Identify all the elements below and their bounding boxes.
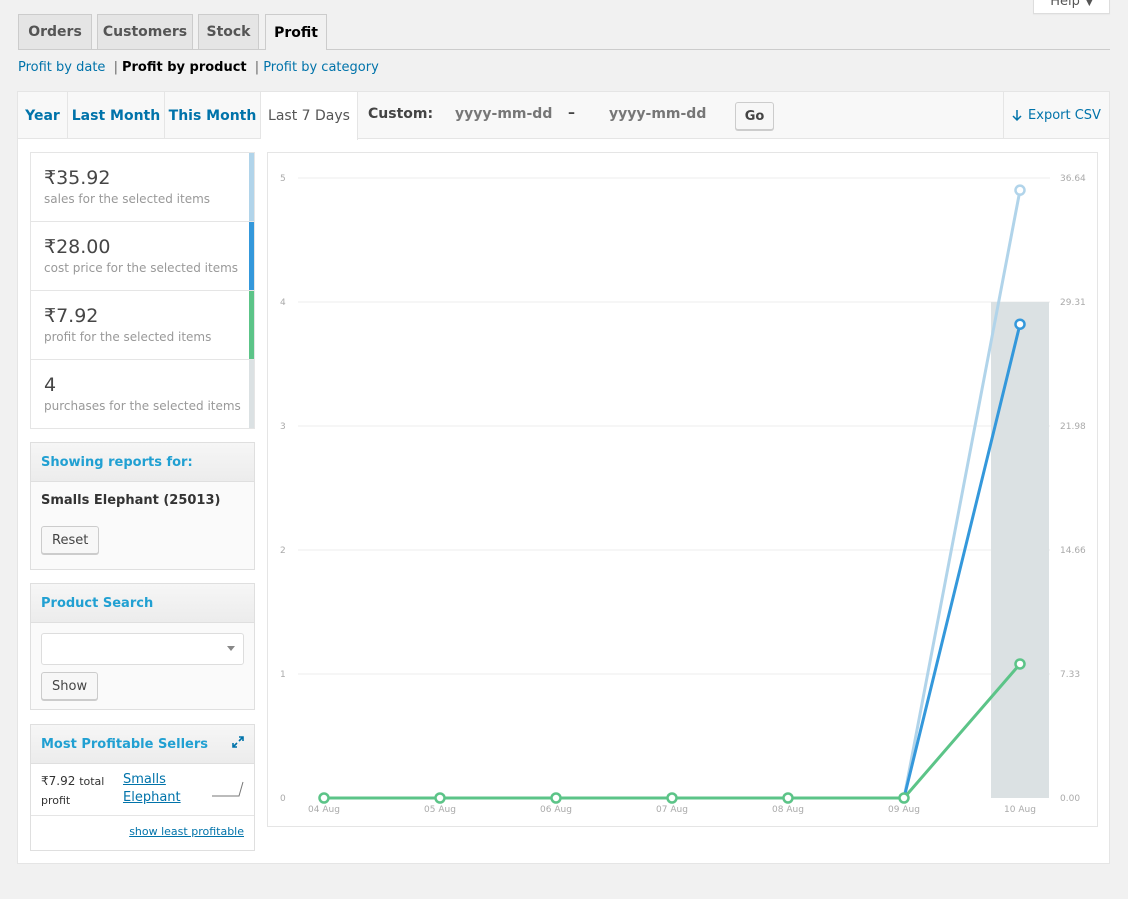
widget-header: Most Profitable Sellers (31, 725, 254, 764)
legend-purchases[interactable]: 4 purchases for the selected items (31, 360, 254, 429)
legend-color-bar (249, 222, 254, 290)
left-axis-tick: 0 (280, 794, 286, 804)
legend-cost-price[interactable]: ₹28.00 cost price for the selected items (31, 222, 254, 291)
show-button[interactable]: Show (41, 672, 99, 700)
legend-color-bar (249, 360, 254, 428)
tab-profit[interactable]: Profit (265, 14, 327, 50)
range-last-month[interactable]: Last Month (68, 92, 165, 139)
legend-sales[interactable]: ₹35.92 sales for the selected items (31, 153, 254, 222)
widget-title: Product Search (31, 584, 254, 623)
data-point (782, 792, 794, 804)
seller-amount: ₹7.92 (41, 774, 76, 788)
date-range-bar: Year Last Month This Month Last 7 Days C… (18, 92, 1109, 140)
showing-reports-widget: Showing reports for: Smalls Elephant (25… (30, 442, 255, 570)
widget-title: Most Profitable Sellers (41, 737, 209, 752)
right-axis-tick: 21.98 (1060, 422, 1086, 432)
help-button[interactable]: Help ▼ (1033, 0, 1110, 14)
legend-color-bar (249, 153, 254, 221)
product-select[interactable] (41, 633, 244, 665)
profit-chart: 0 1 2 3 4 5 0.00 7.33 14.66 21.98 29.31 36.64 04 Aug… (267, 152, 1098, 827)
right-axis-tick: 14.66 (1060, 546, 1086, 556)
seller-profit-word: profit (41, 794, 71, 807)
sparkline (212, 781, 244, 797)
tab-stock[interactable]: Stock (198, 14, 259, 49)
data-point (666, 792, 678, 804)
export-csv-link[interactable]: Export CSV (1003, 92, 1109, 139)
go-button[interactable]: Go (735, 102, 774, 130)
seller-product-link[interactable]: Smalls Elephant (123, 771, 181, 807)
seller-row: ₹7.92 total profit Smalls Elephant (31, 764, 254, 816)
x-axis-tick: 10 Aug (1004, 805, 1036, 815)
tab-customers[interactable]: Customers (97, 14, 193, 49)
x-axis-tick: 05 Aug (424, 805, 456, 815)
seller-total-word: total (79, 775, 105, 788)
chevron-down-icon (227, 646, 235, 651)
purchases-bar (991, 302, 1049, 798)
range-year[interactable]: Year (18, 92, 68, 139)
download-arrow-icon (1012, 109, 1022, 121)
x-axis-tick: 08 Aug (772, 805, 804, 815)
expand-icon[interactable] (232, 736, 244, 748)
profit-subnav: Profit by date | Profit by product | Profi… (18, 60, 379, 75)
range-this-month[interactable]: This Month (165, 92, 261, 139)
x-axis-tick: 06 Aug (540, 805, 572, 815)
right-axis-tick: 36.64 (1060, 174, 1086, 184)
separator: | (254, 60, 260, 75)
data-point (1014, 184, 1026, 196)
right-axis-tick: 7.33 (1060, 670, 1080, 680)
legend-desc: profit for the selected items (44, 330, 212, 344)
left-axis-tick: 5 (280, 174, 286, 184)
start-date-input[interactable]: yyyy-mm-dd (455, 106, 552, 122)
x-axis-tick: 04 Aug (308, 805, 340, 815)
x-axis-tick: 07 Aug (656, 805, 688, 815)
custom-range-label: Custom: (368, 106, 434, 122)
legend-amount: 4 (44, 374, 57, 396)
data-point (434, 792, 446, 804)
help-label: Help (1050, 0, 1080, 9)
legend-desc: purchases for the selected items (44, 399, 241, 413)
report-tabs: Orders Customers Stock Profit (18, 14, 1110, 50)
chart-legend: ₹35.92 sales for the selected items ₹28.… (30, 152, 255, 429)
widget-title: Showing reports for: (31, 443, 254, 482)
legend-amount: ₹7.92 (44, 305, 99, 327)
legend-desc: cost price for the selected items (44, 261, 239, 275)
data-point (1014, 318, 1026, 330)
data-point (550, 792, 562, 804)
end-date-input[interactable]: yyyy-mm-dd (609, 106, 706, 122)
left-axis-tick: 4 (280, 298, 286, 308)
profit-by-category-link[interactable]: Profit by category (263, 60, 379, 75)
series-line (324, 323, 1022, 800)
data-point (1014, 658, 1026, 670)
left-axis-tick: 3 (280, 422, 286, 432)
chart-canvas: 0 1 2 3 4 5 0.00 7.33 14.66 21.98 29.31 36.64 04 Aug… (280, 174, 1086, 815)
data-point (898, 792, 910, 804)
date-dash: – (568, 105, 575, 121)
right-axis-tick: 0.00 (1060, 794, 1080, 804)
most-profitable-sellers-widget: Most Profitable Sellers ₹7.92 total prof… (30, 724, 255, 851)
legend-amount: ₹28.00 (44, 236, 111, 258)
tab-orders[interactable]: Orders (18, 14, 92, 49)
report-panel: Year Last Month This Month Last 7 Days C… (17, 91, 1110, 864)
selected-product: Smalls Elephant (25013) (41, 493, 221, 508)
product-search-widget: Product Search Show (30, 583, 255, 710)
legend-color-bar (249, 291, 254, 359)
left-axis-tick: 2 (280, 546, 286, 556)
show-least-profitable-link[interactable]: show least profitable (129, 825, 244, 838)
series-line (324, 189, 1022, 800)
right-axis-tick: 29.31 (1060, 298, 1086, 308)
data-point (318, 792, 330, 804)
range-last-7-days[interactable]: Last 7 Days (261, 92, 358, 140)
caret-down-icon: ▼ (1085, 0, 1093, 8)
legend-desc: sales for the selected items (44, 192, 211, 206)
separator: | (113, 60, 118, 75)
reset-button[interactable]: Reset (41, 526, 100, 554)
x-axis-tick: 09 Aug (888, 805, 920, 815)
legend-amount: ₹35.92 (44, 167, 111, 189)
legend-profit[interactable]: ₹7.92 profit for the selected items (31, 291, 254, 360)
left-axis-tick: 1 (280, 670, 286, 680)
profit-by-date-link[interactable]: Profit by date (18, 60, 105, 75)
profit-by-product-current: Profit by product (121, 60, 247, 75)
